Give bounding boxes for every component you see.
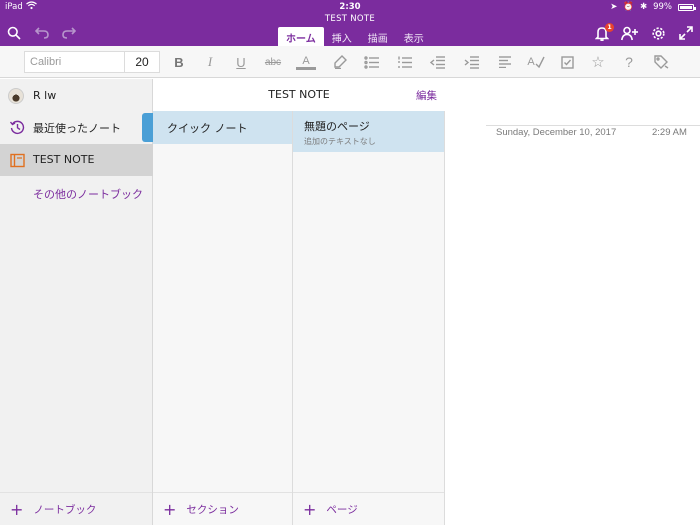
notebook-title: TEST NOTE	[268, 88, 330, 101]
page-preview: 追加のテキストなし	[304, 137, 376, 146]
italic-icon[interactable]: I	[199, 52, 221, 72]
undo-icon[interactable]	[32, 24, 52, 42]
notebook-item-recent[interactable]: 最近使ったノート	[0, 111, 153, 143]
account-row[interactable]: R lw	[0, 79, 153, 111]
font-color-icon[interactable]: A	[295, 52, 317, 72]
recent-clock-icon	[9, 119, 25, 135]
edit-button[interactable]: 編集	[416, 88, 437, 103]
checkbox-tag-icon[interactable]	[556, 52, 578, 72]
underline-icon[interactable]: U	[230, 52, 252, 72]
section-item-quick-notes[interactable]: クイック ノート	[142, 111, 292, 144]
status-indicators: ➤ ⏰ ✱ 99%	[610, 2, 696, 12]
notification-badge: 1	[605, 23, 614, 32]
status-time: 2:30	[339, 2, 361, 12]
section-label: クイック ノート	[167, 122, 248, 135]
search-icon[interactable]	[4, 24, 24, 42]
add-section-button[interactable]: + セクション	[153, 492, 292, 525]
page-title: 無題のページ	[304, 120, 370, 133]
notebook-item-more[interactable]: その他のノートブック	[0, 177, 153, 209]
highlight-icon[interactable]	[329, 52, 351, 72]
align-icon[interactable]	[494, 52, 516, 72]
notebook-item-label: TEST NOTE	[33, 153, 95, 166]
user-name: R lw	[33, 89, 57, 102]
question-tag-icon[interactable]: ?	[618, 52, 640, 72]
outdent-icon[interactable]	[427, 52, 449, 72]
add-person-icon[interactable]	[620, 24, 640, 42]
add-notebook-button[interactable]: + ノートブック	[0, 492, 152, 525]
ribbon-tabs: ホーム 挿入 描画 表示	[278, 27, 432, 46]
plus-icon: +	[303, 499, 317, 519]
pages-pane: 無題のページ 追加のテキストなし + ページ	[293, 111, 445, 525]
tab-view[interactable]: 表示	[396, 27, 432, 46]
bluetooth-icon: ✱	[639, 2, 648, 12]
notebook-icon	[9, 152, 25, 168]
tab-draw[interactable]: 描画	[360, 27, 396, 46]
gear-icon[interactable]	[648, 24, 668, 42]
alarm-icon: ⏰	[623, 2, 634, 12]
more-notebooks-link: その他のノートブック	[33, 188, 143, 201]
page-date: Sunday, December 10, 2017	[496, 127, 617, 138]
document-title: TEST NOTE	[324, 14, 376, 24]
redo-icon[interactable]	[59, 24, 79, 42]
fullscreen-icon[interactable]	[676, 24, 696, 42]
font-name-field[interactable]: Calibri	[24, 51, 124, 73]
avatar	[8, 88, 24, 104]
battery-percent: 99%	[653, 2, 672, 12]
format-toolbar: Calibri 20 B I U abc A A ☆ ?	[0, 46, 700, 78]
title-bar: iPad 2:30 ➤ ⏰ ✱ 99% TEST NOTE ホーム 挿入 描画 …	[0, 0, 700, 46]
tag-more-icon[interactable]	[651, 52, 673, 72]
page-time: 2:29 AM	[652, 127, 687, 138]
status-bar: iPad 2:30 ➤ ⏰ ✱ 99%	[0, 0, 700, 13]
bold-icon[interactable]: B	[168, 52, 190, 72]
star-tag-icon[interactable]: ☆	[587, 52, 609, 72]
font-size-field[interactable]: 20	[124, 51, 160, 73]
title-underline	[486, 125, 700, 126]
notebook-item-test-note[interactable]: TEST NOTE	[0, 144, 153, 176]
page-item-untitled[interactable]: 無題のページ 追加のテキストなし	[293, 111, 444, 152]
add-notebook-label: ノートブック	[33, 503, 97, 516]
note-canvas[interactable]: Sunday, December 10, 2017 2:29 AM	[446, 79, 700, 525]
battery-icon	[678, 3, 696, 11]
bullet-list-icon[interactable]	[361, 52, 383, 72]
plus-icon: +	[163, 499, 177, 519]
notebooks-pane: R lw 最近使ったノート TEST NOTE その他のノートブック + ノート…	[0, 79, 153, 525]
location-icon: ➤	[610, 2, 618, 12]
add-page-label: ページ	[326, 503, 358, 516]
numbered-list-icon[interactable]	[394, 52, 416, 72]
tab-home[interactable]: ホーム	[278, 27, 324, 46]
plus-icon: +	[10, 499, 24, 519]
section-color-tab	[142, 113, 153, 142]
add-section-label: セクション	[186, 503, 239, 516]
add-page-button[interactable]: + ページ	[293, 492, 444, 525]
notebook-item-label: 最近使ったノート	[33, 122, 121, 135]
notebook-header: TEST NOTE 編集	[153, 79, 445, 111]
strikethrough-icon[interactable]: abc	[262, 52, 284, 72]
indent-icon[interactable]	[461, 52, 483, 72]
sections-pane: クイック ノート + セクション	[142, 111, 293, 525]
tab-insert[interactable]: 挿入	[324, 27, 360, 46]
spellcheck-icon[interactable]: A	[525, 52, 547, 72]
